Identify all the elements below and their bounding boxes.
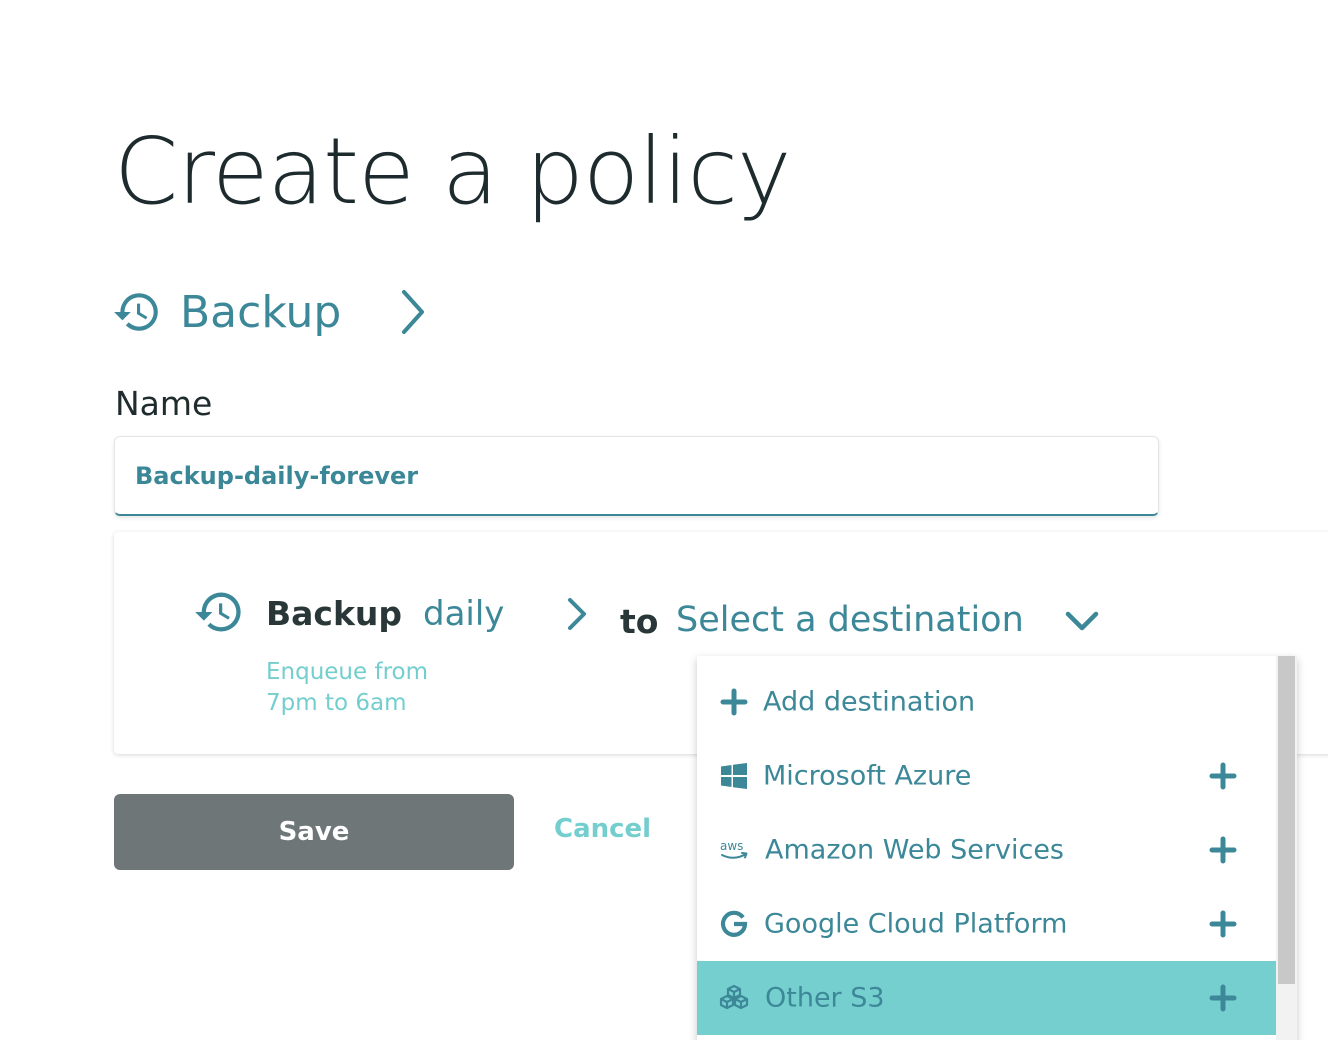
dropdown-item-label: Google Cloud Platform xyxy=(764,908,1068,940)
history-icon xyxy=(195,592,241,632)
dropdown-item-google-cloud-platform[interactable]: Google Cloud Platform xyxy=(697,887,1276,961)
add-icon[interactable] xyxy=(1209,836,1237,864)
dropdown-item-other-s3[interactable]: Other S3 xyxy=(697,961,1276,1035)
dropdown-item-label: Microsoft Azure xyxy=(763,760,972,792)
cancel-button[interactable]: Cancel xyxy=(554,814,651,844)
dropdown-item-add-destination[interactable]: Add destination xyxy=(697,665,1276,739)
chevron-right-icon[interactable] xyxy=(564,596,590,632)
enqueue-schedule: Enqueue from 7pm to 6am xyxy=(266,657,428,719)
dropdown-item-amazon-web-services[interactable]: aws Amazon Web Services xyxy=(697,813,1276,887)
add-icon[interactable] xyxy=(1209,910,1237,938)
dropdown-item-label: Other S3 xyxy=(765,982,885,1014)
enqueue-text: Enqueue from 7pm to 6am xyxy=(266,659,428,716)
google-logo-icon xyxy=(720,910,748,937)
add-icon[interactable] xyxy=(1209,984,1237,1012)
dropdown-scrollbar-thumb[interactable] xyxy=(1278,656,1295,984)
add-icon[interactable] xyxy=(1209,762,1237,790)
rule-connector: to xyxy=(620,602,659,641)
dropdown-item-microsoft-azure[interactable]: Microsoft Azure xyxy=(697,739,1276,813)
name-label: Name xyxy=(115,384,213,423)
save-button[interactable]: Save xyxy=(114,794,514,870)
breadcrumb-backup[interactable]: Backup xyxy=(180,287,341,338)
plus-icon xyxy=(720,688,748,716)
aws-logo-icon: aws xyxy=(720,839,748,859)
chevron-right-icon[interactable] xyxy=(394,286,434,338)
destination-dropdown: Add destination Microsoft Azure aws Amaz… xyxy=(697,656,1297,1040)
chevron-down-icon[interactable] xyxy=(1064,606,1100,636)
rule-action: Backup xyxy=(266,594,403,633)
windows-logo-icon xyxy=(721,763,747,789)
history-icon xyxy=(114,293,158,331)
rule-frequency[interactable]: daily xyxy=(423,594,504,634)
s3-cubes-icon xyxy=(719,984,749,1010)
destination-select[interactable]: Select a destination xyxy=(676,600,1024,640)
dropdown-item-label: Add destination xyxy=(763,686,976,718)
name-input[interactable] xyxy=(114,436,1159,516)
dropdown-item-label: Amazon Web Services xyxy=(765,834,1065,866)
breadcrumb: Backup xyxy=(112,284,424,340)
page-title: Create a policy xyxy=(114,118,791,225)
svg-text:aws: aws xyxy=(720,839,743,853)
